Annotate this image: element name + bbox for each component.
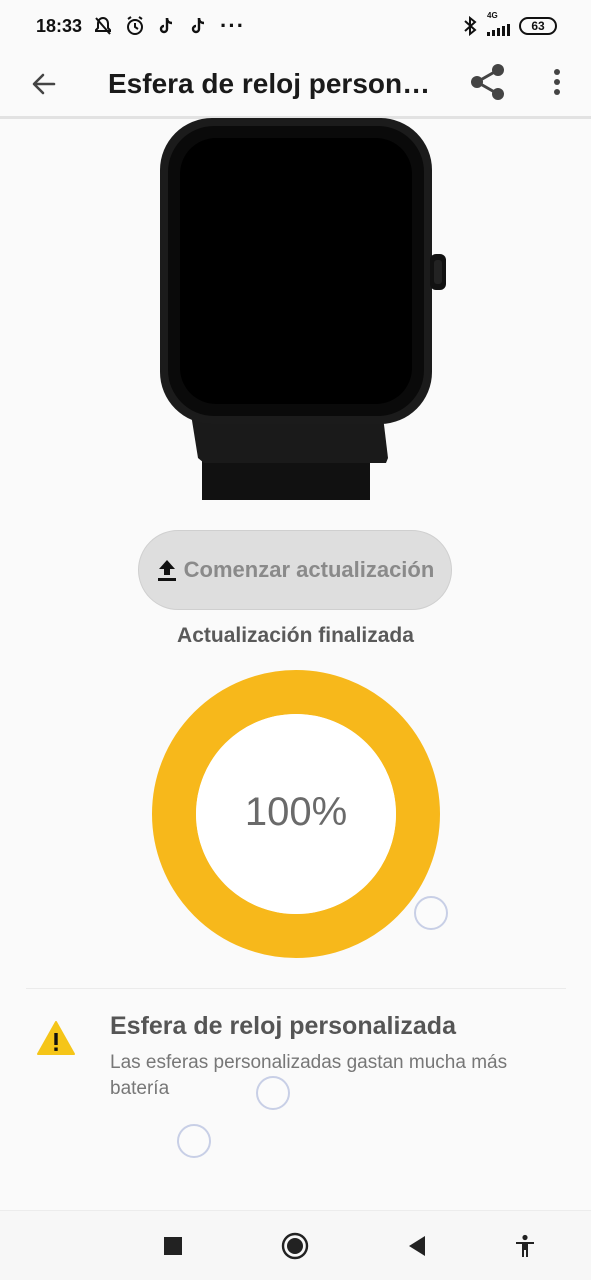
start-update-button[interactable]: Comenzar actualización (138, 530, 452, 610)
bluetooth-icon (459, 15, 481, 37)
accessibility-button[interactable] (508, 1229, 542, 1263)
battery-icon: 63 (519, 17, 557, 35)
nav-back-button[interactable] (400, 1229, 434, 1263)
warning-icon (37, 1021, 75, 1055)
warning-description: Las esferas personalizadas gastan mucha … (110, 1052, 508, 1099)
screen: 18:33 ··· 4G 63 Esfera de reloj person… … (0, 0, 591, 1280)
touch-indicator (256, 1076, 290, 1110)
more-options-button[interactable] (540, 60, 574, 104)
warning-title: Esfera de reloj personalizada (110, 1012, 456, 1040)
status-time: 18:33 (36, 15, 83, 36)
share-button[interactable] (466, 60, 510, 104)
touch-indicator (414, 896, 448, 930)
status-bar: 18:33 ··· 4G 63 (0, 0, 591, 52)
accessibility-icon (516, 1234, 534, 1257)
home-button[interactable] (278, 1229, 312, 1263)
back-triangle-icon (409, 1236, 425, 1256)
battery-level: 63 (531, 19, 545, 33)
share-icon (471, 64, 504, 100)
tiktok-icon (156, 15, 178, 37)
alarm-icon (124, 15, 146, 37)
system-nav-bar (0, 1210, 591, 1280)
update-status-text: Actualización finalizada (177, 624, 414, 647)
back-button[interactable] (24, 64, 64, 104)
recents-square-icon (164, 1237, 182, 1255)
network-type: 4G (487, 10, 498, 20)
status-more-dots: ··· (220, 13, 246, 38)
notifications-off-icon (92, 15, 114, 37)
page-title: Esfera de reloj person… (108, 68, 428, 99)
tiktok-icon (188, 15, 210, 37)
touch-indicator (177, 1124, 211, 1158)
back-arrow-icon (32, 73, 56, 95)
upload-icon (157, 560, 176, 581)
section-divider (26, 988, 566, 989)
start-update-label: Comenzar actualización (183, 557, 435, 582)
signal-icon (487, 20, 513, 41)
watch-preview-image (160, 118, 446, 500)
home-circle-icon (281, 1232, 309, 1260)
more-vertical-icon (554, 69, 560, 95)
recents-button[interactable] (156, 1229, 190, 1263)
app-bar: Esfera de reloj person… (0, 52, 591, 116)
progress-percentage: 100% (244, 790, 348, 834)
